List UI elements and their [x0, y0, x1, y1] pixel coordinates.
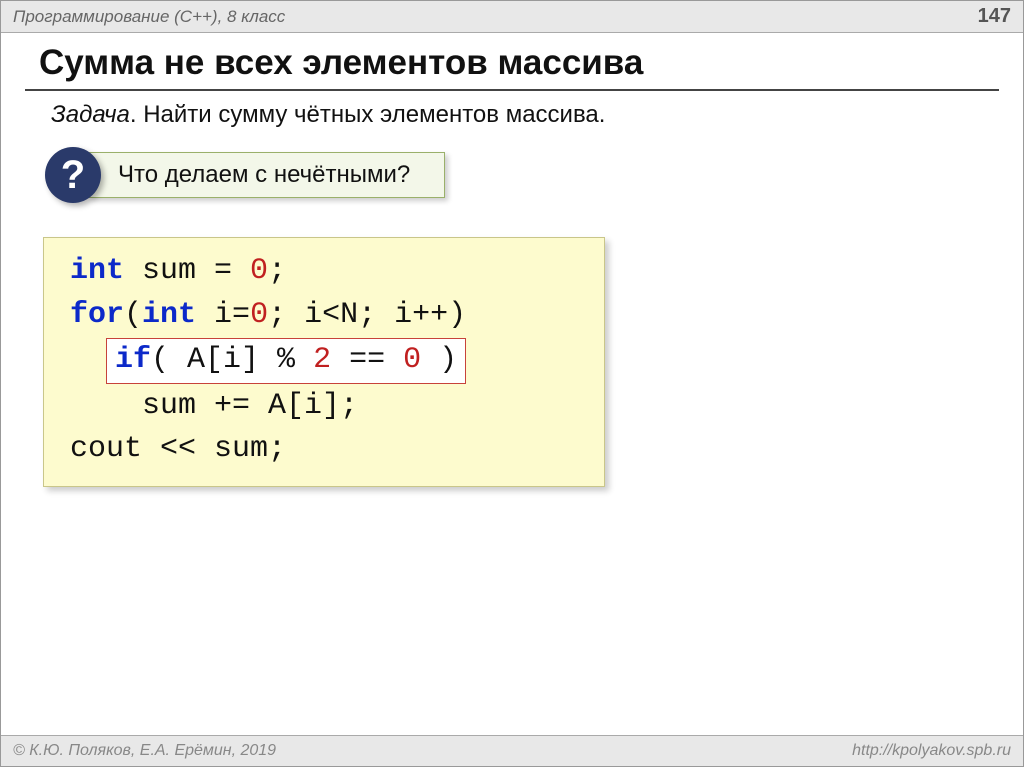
task-label: Задача	[51, 101, 130, 128]
task-text: . Найти сумму чётных элементов массива.	[130, 101, 606, 128]
question-text: Что делаем с нечётными?	[89, 152, 445, 198]
question-callout: ? Что делаем с нечётными?	[25, 147, 999, 203]
code-line-5: cout << sum;	[70, 428, 578, 472]
highlighted-if: if( A[i] % 2 == 0 )	[106, 338, 466, 384]
code-block: int sum = 0; for(int i=0; i<N; i++) if( …	[43, 237, 605, 487]
code-line-3: if( A[i] % 2 == 0 )	[70, 337, 578, 385]
task-statement: Задача. Найти сумму чётных элементов мас…	[25, 99, 999, 147]
code-line-2: for(int i=0; i<N; i++)	[70, 294, 578, 338]
slide-title: Сумма не всех элементов массива	[25, 41, 999, 91]
course-label: Программирование (C++), 8 класс	[13, 7, 285, 27]
question-icon: ?	[45, 147, 101, 203]
code-line-4: sum += A[i];	[70, 385, 578, 429]
copyright: © К.Ю. Поляков, Е.А. Ерёмин, 2019	[13, 742, 276, 760]
slide-header: Программирование (C++), 8 класс 147	[1, 1, 1023, 33]
code-line-1: int sum = 0;	[70, 250, 578, 294]
slide-footer: © К.Ю. Поляков, Е.А. Ерёмин, 2019 http:/…	[1, 735, 1023, 766]
footer-url: http://kpolyakov.spb.ru	[852, 742, 1011, 760]
slide-content: Сумма не всех элементов массива Задача. …	[1, 33, 1023, 735]
page-number: 147	[978, 5, 1011, 28]
